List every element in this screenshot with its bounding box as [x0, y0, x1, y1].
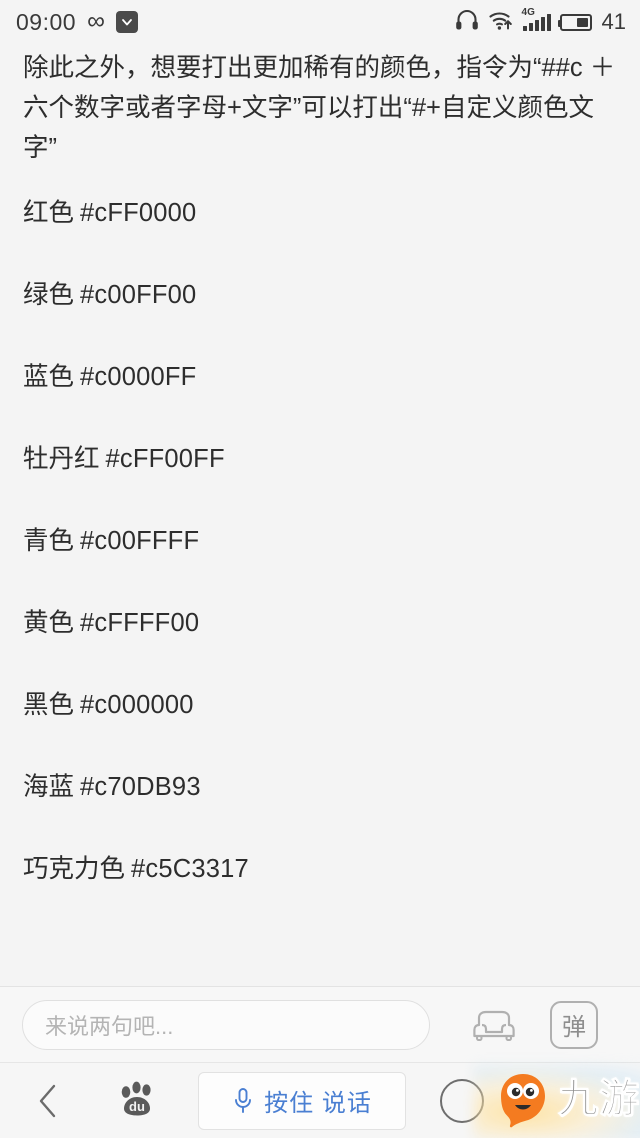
color-entry: 黄色 #cFFFF00 [23, 606, 618, 640]
infinity-icon: ∞ [87, 6, 105, 35]
svg-text:du: du [129, 1099, 145, 1114]
comment-input-placeholder: 来说两句吧... [45, 1013, 174, 1039]
color-entry-name: 蓝色 [23, 363, 75, 391]
color-entry-name: 黑色 [23, 691, 75, 719]
color-entry: 红色 #cFF0000 [23, 196, 618, 230]
color-entry-code: #cFF0000 [80, 199, 197, 227]
color-entry-code: #cFFFF00 [80, 609, 200, 637]
hold-to-speak-label: 按住 说话 [264, 1090, 372, 1117]
color-entry-code: #c00FF00 [80, 281, 197, 309]
circle-icon[interactable] [440, 1078, 484, 1123]
color-entry-name: 巧克力色 [23, 855, 126, 883]
color-entry: 蓝色 #c0000FF [23, 360, 618, 394]
sofa-icon[interactable] [466, 1005, 522, 1045]
browser-nav-bar: du 按住 说话 九游 [0, 1062, 640, 1138]
microphone-icon [235, 1087, 252, 1113]
color-list: 红色 #cFF0000 绿色 #c00FF00 蓝色 #c0000FF 牡丹红 #cFF00F… [23, 196, 618, 886]
color-entry-code: #c0000FF [80, 363, 197, 391]
battery-icon [557, 13, 592, 31]
color-entry: 青色 #c00FFFF [23, 524, 618, 558]
comment-bar: 来说两句吧... 弹 [0, 986, 640, 1062]
color-entry-name: 绿色 [23, 281, 75, 309]
color-entry-name: 黄色 [23, 609, 75, 637]
jiuyou-watermark: 九游 [474, 1066, 640, 1138]
download-badge-icon [115, 11, 138, 33]
color-entry: 牡丹红 #cFF00FF [23, 442, 618, 476]
battery-level-label: 41 [601, 9, 626, 34]
baidu-paw-logo[interactable]: du [106, 1079, 170, 1123]
color-entry-name: 青色 [23, 527, 75, 555]
article-content: 除此之外，想要打出更加稀有的颜色，指令为“##c ＋ 六个数字或者字母+文字”可… [0, 44, 640, 986]
color-entry: 黑色 #c000000 [23, 688, 618, 722]
color-entry-code: #c5C3317 [131, 855, 249, 883]
status-bar-right: 4G 41 [455, 8, 626, 36]
color-entry-name: 海蓝 [23, 773, 75, 801]
color-entry-code: #c70DB93 [80, 773, 201, 801]
hold-to-speak-button[interactable]: 按住 说话 [198, 1071, 406, 1130]
danmaku-label: 弹 [562, 1014, 586, 1041]
color-entry: 绿色 #c00FF00 [23, 278, 618, 312]
headphone-icon [455, 9, 479, 36]
status-bar: 09:00 ∞ 4G 41 [0, 0, 640, 44]
danmaku-toggle-button[interactable]: 弹 [550, 1000, 598, 1049]
phone-screen: 09:00 ∞ 4G 41 除此之外，想要打出更加稀有的颜色，指令为“##c ＋… [0, 0, 640, 1138]
jiuyou-mascot-icon [492, 1067, 554, 1134]
watermark-glow [474, 1066, 640, 1138]
comment-input[interactable]: 来说两句吧... [22, 999, 430, 1050]
signal-bars-icon: 4G [522, 8, 551, 31]
watermark-brand-text: 九游 [558, 1076, 640, 1121]
color-entry-name: 红色 [23, 199, 75, 227]
color-entry-code: #c000000 [80, 691, 194, 719]
color-entry-name: 牡丹红 [23, 445, 100, 473]
status-bar-left: 09:00 ∞ [16, 6, 138, 36]
color-entry: 巧克力色 #c5C3317 [23, 852, 618, 886]
wifi-upload-icon [488, 9, 514, 36]
color-entry-code: #cFF00FF [105, 445, 225, 473]
status-clock: 09:00 [16, 8, 77, 35]
color-entry: 海蓝 #c70DB93 [23, 770, 618, 804]
back-button[interactable] [20, 1082, 78, 1120]
battery-fill [576, 17, 588, 27]
color-entry-code: #c00FFFF [80, 527, 200, 555]
intro-paragraph: 除此之外，想要打出更加稀有的颜色，指令为“##c ＋ 六个数字或者字母+文字”可… [23, 54, 616, 162]
